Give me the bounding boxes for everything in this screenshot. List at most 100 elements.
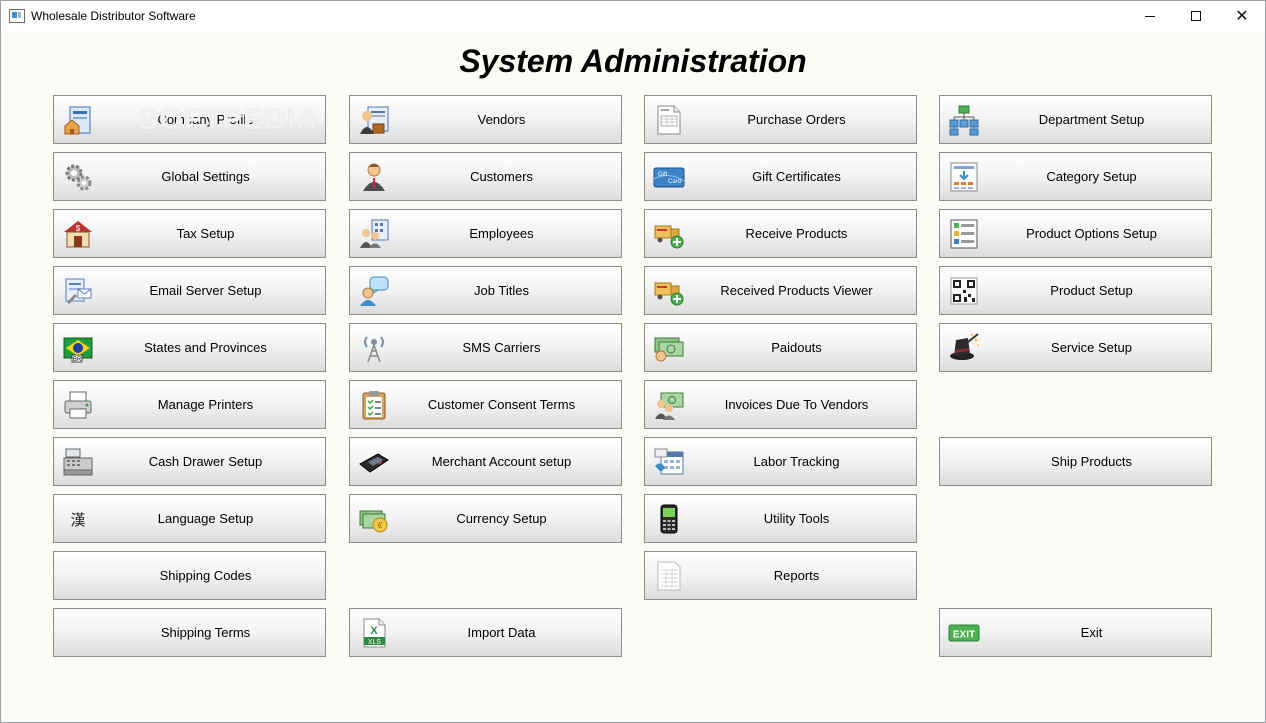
- gift-certificates-button[interactable]: Gift Card Gift Certificates: [644, 152, 917, 201]
- button-label: States and Provinces: [144, 340, 267, 355]
- button-label: SMS Carriers: [462, 340, 541, 355]
- antenna-icon: [358, 332, 390, 364]
- button-label: Global Settings: [161, 169, 250, 184]
- button-label: Utility Tools: [763, 511, 830, 526]
- window-title: Wholesale Distributor Software: [31, 9, 196, 23]
- employees-button[interactable]: Employees: [349, 209, 622, 258]
- button-label: Labor Tracking: [753, 454, 840, 469]
- customer-icon: [358, 161, 390, 193]
- magic-hat-icon: [948, 332, 980, 364]
- shipping-codes-button[interactable]: Shipping Codes: [53, 551, 326, 600]
- job-titles-icon: [358, 275, 390, 307]
- svg-text:Card: Card: [668, 179, 681, 185]
- minimize-icon: [1145, 15, 1155, 17]
- company-profile-button[interactable]: Company Profile: [53, 95, 326, 144]
- minimize-button[interactable]: [1127, 1, 1173, 31]
- import-data-button[interactable]: X XLS Import Data: [349, 608, 622, 657]
- close-icon: ✕: [1235, 8, 1249, 25]
- button-label: Paidouts: [771, 340, 822, 355]
- button-label: Gift Certificates: [752, 169, 841, 184]
- button-label: Product Setup: [1050, 283, 1133, 298]
- company-profile-icon: [62, 104, 94, 136]
- button-label: Customers: [470, 169, 533, 184]
- brazil-flag-icon: BR: [62, 332, 94, 364]
- cash-drawer-setup-button[interactable]: Cash Drawer Setup: [53, 437, 326, 486]
- xls-icon: X XLS: [358, 617, 390, 649]
- spreadsheet-icon: [653, 560, 685, 592]
- svg-text:BR: BR: [73, 357, 82, 363]
- options-list-icon: [948, 218, 980, 250]
- sms-carriers-button[interactable]: SMS Carriers: [349, 323, 622, 372]
- button-label: Category Setup: [1046, 169, 1137, 184]
- exit-button[interactable]: EXIT Exit: [939, 608, 1212, 657]
- page-title: System Administration: [459, 43, 807, 79]
- states-and-provinces-button[interactable]: BR States and Provinces: [53, 323, 326, 372]
- button-label: Cash Drawer Setup: [148, 454, 263, 469]
- button-label: Purchase Orders: [747, 112, 846, 127]
- email-server-setup-button[interactable]: Email Server Setup: [53, 266, 326, 315]
- shipping-terms-button[interactable]: Shipping Terms: [53, 608, 326, 657]
- button-label: Email Server Setup: [149, 283, 262, 298]
- close-button[interactable]: ✕: [1219, 1, 1265, 31]
- money-icon: [653, 332, 685, 364]
- vendors-button[interactable]: Vendors: [349, 95, 622, 144]
- service-setup-button[interactable]: Service Setup: [939, 323, 1212, 372]
- svg-text:$: $: [76, 224, 81, 233]
- maximize-icon: [1191, 11, 1201, 21]
- svg-text:EXIT: EXIT: [953, 630, 975, 641]
- svg-text:X: X: [370, 625, 378, 637]
- phone-icon: [653, 503, 685, 535]
- button-label: Tax Setup: [176, 226, 235, 241]
- cash-register-icon: [62, 446, 94, 478]
- svg-text:Gift: Gift: [658, 172, 668, 178]
- gift-card-icon: Gift Card: [653, 161, 685, 193]
- email-server-icon: [62, 275, 94, 307]
- utility-tools-button[interactable]: Utility Tools: [644, 494, 917, 543]
- button-label: Language Setup: [157, 511, 254, 526]
- merchant-account-setup-button[interactable]: Merchant Account setup: [349, 437, 622, 486]
- labor-tracking-button[interactable]: Labor Tracking: [644, 437, 917, 486]
- manage-printers-button[interactable]: Manage Printers: [53, 380, 326, 429]
- global-settings-button[interactable]: Global Settings: [53, 152, 326, 201]
- ship-products-button[interactable]: Ship Products: [939, 437, 1212, 486]
- button-label: Manage Printers: [157, 397, 254, 412]
- hierarchy-icon: [948, 104, 980, 136]
- category-icon: [948, 161, 980, 193]
- reports-button[interactable]: Reports: [644, 551, 917, 600]
- tax-setup-button[interactable]: $ Tax Setup: [53, 209, 326, 258]
- button-label: Employees: [469, 226, 534, 241]
- exit-icon: EXIT: [948, 617, 980, 649]
- customers-button[interactable]: Customers: [349, 152, 622, 201]
- document-icon: [653, 104, 685, 136]
- currency-setup-button[interactable]: € Currency Setup: [349, 494, 622, 543]
- category-setup-button[interactable]: Category Setup: [939, 152, 1212, 201]
- button-label: Ship Products: [1051, 454, 1132, 469]
- card-terminal-icon: [358, 446, 390, 478]
- button-label: Product Options Setup: [1026, 226, 1157, 241]
- product-options-setup-button[interactable]: Product Options Setup: [939, 209, 1212, 258]
- button-label: Invoices Due To Vendors: [724, 397, 869, 412]
- app-window-icon: [9, 9, 25, 23]
- product-setup-button[interactable]: Product Setup: [939, 266, 1212, 315]
- button-label: Import Data: [467, 625, 536, 640]
- customer-consent-terms-button[interactable]: Customer Consent Terms: [349, 380, 622, 429]
- tax-house-icon: $: [62, 218, 94, 250]
- button-label: Merchant Account setup: [431, 454, 572, 469]
- purchase-orders-button[interactable]: Purchase Orders: [644, 95, 917, 144]
- department-setup-button[interactable]: Department Setup: [939, 95, 1212, 144]
- gears-icon: [62, 161, 94, 193]
- maximize-button[interactable]: [1173, 1, 1219, 31]
- invoices-due-to-vendors-button[interactable]: Invoices Due To Vendors: [644, 380, 917, 429]
- currency-icon: €: [358, 503, 390, 535]
- title-bar[interactable]: Wholesale Distributor Software ✕: [1, 1, 1265, 31]
- printer-icon: [62, 389, 94, 421]
- qr-code-icon: [948, 275, 980, 307]
- language-setup-button[interactable]: 漢 Language Setup: [53, 494, 326, 543]
- job-titles-button[interactable]: Job Titles: [349, 266, 622, 315]
- receive-products-button[interactable]: Receive Products: [644, 209, 917, 258]
- received-products-viewer-button[interactable]: Received Products Viewer: [644, 266, 917, 315]
- button-label: Vendors: [477, 112, 526, 127]
- paidouts-button[interactable]: Paidouts: [644, 323, 917, 372]
- money-people-icon: [653, 389, 685, 421]
- button-label: Reports: [773, 568, 820, 583]
